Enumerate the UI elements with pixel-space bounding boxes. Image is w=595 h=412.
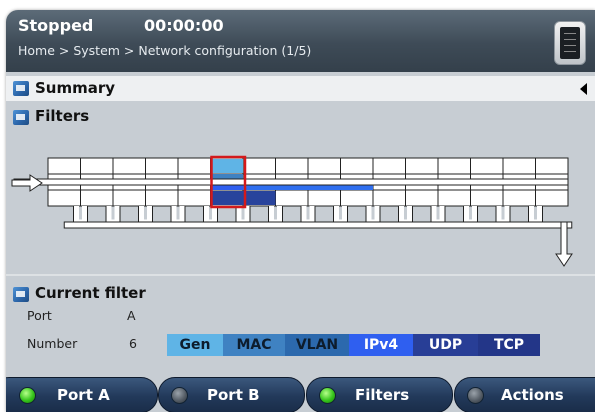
- filter-slot-cell: [47, 189, 81, 207]
- filter-slot-cell: [405, 157, 439, 175]
- filter-slot-cell: [470, 189, 504, 207]
- filter-slot-cell: [275, 189, 309, 207]
- return-loop: [529, 206, 542, 225]
- filter-slot-cell: [112, 189, 146, 207]
- input-arrow-icon: [11, 174, 43, 192]
- filter-slot-cell: [502, 157, 536, 175]
- filter-slot-cell: [145, 189, 179, 207]
- filter-slot-cell: [437, 157, 471, 175]
- protocol-tab-vlan[interactable]: VLAN: [285, 334, 349, 356]
- return-loop: [366, 206, 380, 225]
- filter-slot-cell: [80, 189, 114, 207]
- protocol-tab-tcp[interactable]: TCP: [478, 334, 540, 356]
- port-label: Port: [27, 308, 52, 323]
- filter-slot-cell: [177, 189, 211, 207]
- filters-section: Filters: [6, 103, 595, 271]
- panel-icon: [13, 287, 29, 302]
- return-loop: [496, 206, 510, 225]
- panel-icon: [13, 81, 29, 96]
- filter-slot-cell: [47, 157, 81, 175]
- book-icon[interactable]: [554, 21, 586, 65]
- status-led-icon: [319, 387, 336, 404]
- filter-slot-cell: [470, 157, 504, 175]
- protocol-tab-ipv4[interactable]: IPv4: [349, 334, 413, 356]
- filter-slot-cell: [145, 157, 179, 175]
- breadcrumb: Home > System > Network configuration (1…: [18, 43, 312, 58]
- status-led-icon: [171, 387, 188, 404]
- return-loop: [106, 206, 120, 225]
- filter-slot-cell: [502, 189, 536, 207]
- summary-section-header[interactable]: Summary: [6, 76, 595, 101]
- status-text: Stopped: [18, 16, 94, 35]
- collapse-arrow-icon[interactable]: [580, 83, 587, 95]
- filter-slot-cell: [177, 157, 211, 175]
- filter-slot-cell: [535, 157, 569, 175]
- actions-label: Actions: [501, 386, 564, 404]
- filter-slot-cell: [340, 189, 374, 207]
- collector-line: [63, 221, 573, 229]
- number-label: Number: [27, 336, 78, 351]
- actions-button[interactable]: Actions: [454, 377, 595, 412]
- protocol-tab-gen[interactable]: Gen: [167, 334, 223, 356]
- protocol-tab-mac[interactable]: MAC: [223, 334, 285, 356]
- return-loop: [464, 206, 477, 225]
- port-a-label: Port A: [57, 386, 110, 404]
- filters-label: Filters: [355, 386, 410, 404]
- filter-slot-cell: [372, 157, 406, 175]
- filter-slot-cell: [535, 189, 569, 207]
- filter-chain-diagram: [11, 155, 573, 267]
- return-loop: [74, 206, 87, 225]
- filter-slot-cell: [307, 157, 341, 175]
- return-loop: [269, 206, 282, 225]
- filter-slot-cell: [275, 157, 309, 175]
- port-value: A: [127, 308, 136, 323]
- port-b-button[interactable]: Port B: [158, 377, 305, 412]
- return-loop: [236, 206, 250, 225]
- bottom-button-bar: Port A Port B Filters Actions: [6, 375, 595, 412]
- filter-slot-cell: [112, 157, 146, 175]
- protocol-tab-udp[interactable]: UDP: [413, 334, 478, 356]
- current-filter-title: Current filter: [35, 284, 146, 302]
- status-led-icon: [19, 387, 36, 404]
- filter-slot-cell: [405, 189, 439, 207]
- filter-slot-cell: [437, 189, 471, 207]
- status-led-icon: [467, 387, 484, 404]
- port-a-button[interactable]: Port A: [6, 377, 158, 412]
- return-loop: [301, 206, 315, 225]
- filter-slot-cell: [340, 157, 374, 175]
- top-status-bar: Stopped 00:00:00 Home > System > Network…: [6, 10, 595, 72]
- return-loop: [139, 206, 152, 225]
- filter-slot-cell: [80, 157, 114, 175]
- return-loop: [334, 206, 347, 225]
- device-screen: Stopped 00:00:00 Home > System > Network…: [6, 10, 595, 412]
- return-loop: [204, 206, 217, 225]
- port-b-label: Port B: [207, 386, 260, 404]
- output-arrow-icon: [555, 221, 573, 267]
- number-value: 6: [129, 336, 137, 351]
- current-filter-panel: Current filter Port A Number 6 Gen MAC V…: [6, 274, 595, 371]
- filter-slot-cell: [372, 189, 406, 207]
- timer-text: 00:00:00: [144, 16, 224, 35]
- filter-slot-cell: [242, 157, 276, 175]
- return-loop: [431, 206, 445, 225]
- slot-gen-layer: [212, 159, 243, 173]
- filters-button[interactable]: Filters: [306, 377, 453, 412]
- return-loop: [171, 206, 185, 225]
- return-loop: [399, 206, 412, 225]
- filter-slot-cell: [307, 189, 341, 207]
- main-bus-line: [13, 178, 569, 186]
- summary-title: Summary: [35, 79, 116, 97]
